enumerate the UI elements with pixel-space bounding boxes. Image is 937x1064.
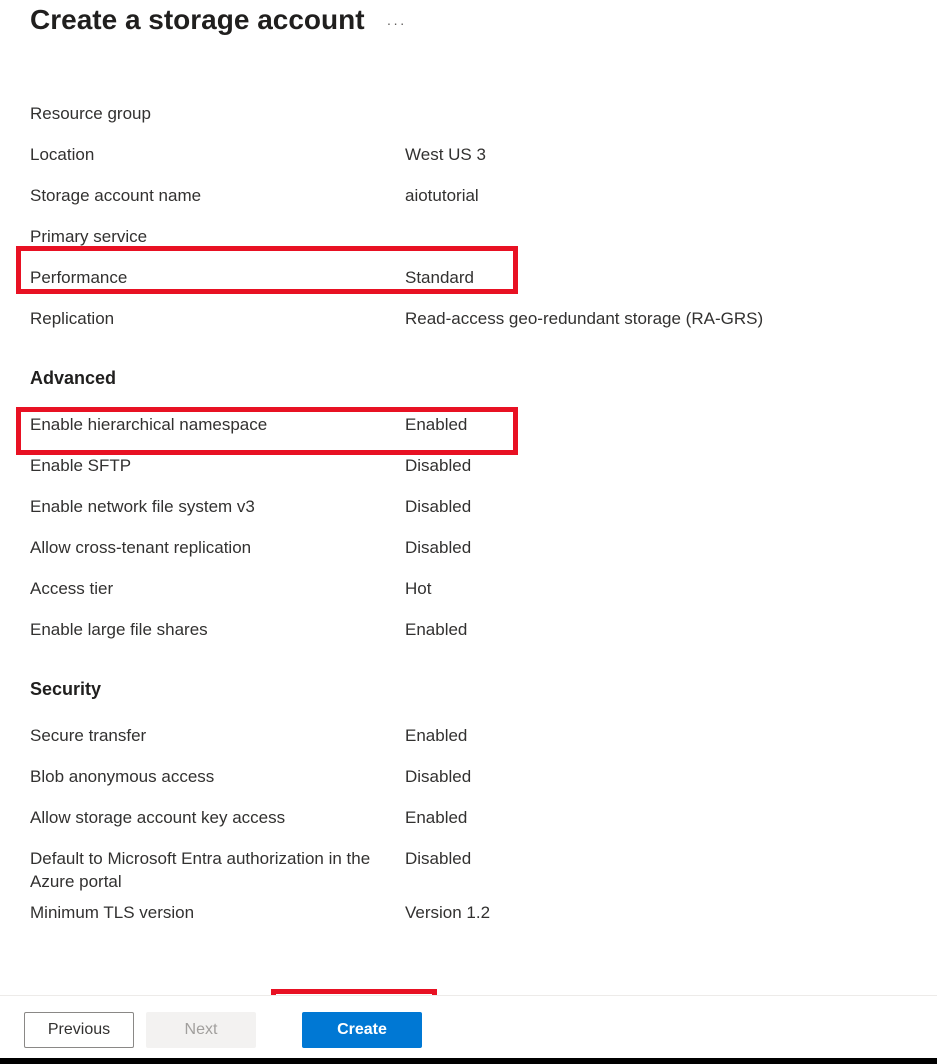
row-location: Location West US 3	[30, 137, 907, 178]
label-min-tls: Minimum TLS version	[30, 902, 405, 925]
row-enable-nfsv3: Enable network file system v3 Disabled	[30, 489, 907, 530]
value-secure-transfer: Enabled	[405, 725, 467, 748]
row-large-file-shares: Enable large file shares Enabled	[30, 612, 907, 653]
previous-button[interactable]: Previous	[24, 1012, 134, 1048]
value-large-file-shares: Enabled	[405, 619, 467, 642]
label-enable-hns: Enable hierarchical namespace	[30, 414, 405, 437]
row-min-tls: Minimum TLS version Version 1.2	[30, 895, 907, 936]
row-replication: Replication Read-access geo-redundant st…	[30, 301, 907, 342]
label-large-file-shares: Enable large file shares	[30, 619, 405, 642]
value-location: West US 3	[405, 144, 486, 167]
row-allow-key-access: Allow storage account key access Enabled	[30, 800, 907, 841]
label-enable-sftp: Enable SFTP	[30, 455, 405, 478]
value-enable-nfsv3: Disabled	[405, 496, 471, 519]
row-enable-sftp: Enable SFTP Disabled	[30, 448, 907, 489]
row-secure-transfer: Secure transfer Enabled	[30, 718, 907, 759]
page-header: Create a storage account ···	[0, 0, 937, 36]
label-entra-auth: Default to Microsoft Entra authorization…	[30, 848, 405, 894]
label-location: Location	[30, 144, 405, 167]
row-entra-auth: Default to Microsoft Entra authorization…	[30, 841, 907, 895]
page-title: Create a storage account	[30, 4, 365, 36]
row-storage-account-name: Storage account name aiotutorial	[30, 178, 907, 219]
label-storage-account-name: Storage account name	[30, 185, 405, 208]
row-performance: Performance Standard	[30, 260, 907, 301]
row-resource-group: Resource group	[30, 96, 907, 137]
section-heading-security: Security	[30, 679, 907, 700]
label-allow-key-access: Allow storage account key access	[30, 807, 405, 830]
review-content: Resource group Location West US 3 Storag…	[0, 36, 937, 936]
value-storage-account-name: aiotutorial	[405, 185, 479, 208]
row-cross-tenant-replication: Allow cross-tenant replication Disabled	[30, 530, 907, 571]
label-primary-service: Primary service	[30, 226, 405, 249]
wizard-footer: Previous Next Create	[0, 995, 937, 1064]
value-entra-auth: Disabled	[405, 848, 471, 871]
value-min-tls: Version 1.2	[405, 902, 490, 925]
value-performance: Standard	[405, 267, 474, 290]
value-replication: Read-access geo-redundant storage (RA-GR…	[405, 308, 763, 331]
more-icon[interactable]: ···	[387, 9, 407, 31]
value-access-tier: Hot	[405, 578, 431, 601]
bottom-strip	[0, 1058, 937, 1064]
row-enable-hns: Enable hierarchical namespace Enabled	[30, 407, 907, 448]
section-heading-advanced: Advanced	[30, 368, 907, 389]
label-secure-transfer: Secure transfer	[30, 725, 405, 748]
row-access-tier: Access tier Hot	[30, 571, 907, 612]
label-resource-group: Resource group	[30, 103, 405, 126]
create-button[interactable]: Create	[302, 1012, 422, 1048]
label-performance: Performance	[30, 267, 405, 290]
label-replication: Replication	[30, 308, 405, 331]
value-enable-hns: Enabled	[405, 414, 467, 437]
label-access-tier: Access tier	[30, 578, 405, 601]
value-cross-tenant-replication: Disabled	[405, 537, 471, 560]
value-allow-key-access: Enabled	[405, 807, 467, 830]
next-button: Next	[146, 1012, 256, 1048]
label-cross-tenant-replication: Allow cross-tenant replication	[30, 537, 405, 560]
label-blob-anon-access: Blob anonymous access	[30, 766, 405, 789]
row-blob-anon-access: Blob anonymous access Disabled	[30, 759, 907, 800]
label-enable-nfsv3: Enable network file system v3	[30, 496, 405, 519]
row-primary-service: Primary service	[30, 219, 907, 260]
value-enable-sftp: Disabled	[405, 455, 471, 478]
value-blob-anon-access: Disabled	[405, 766, 471, 789]
